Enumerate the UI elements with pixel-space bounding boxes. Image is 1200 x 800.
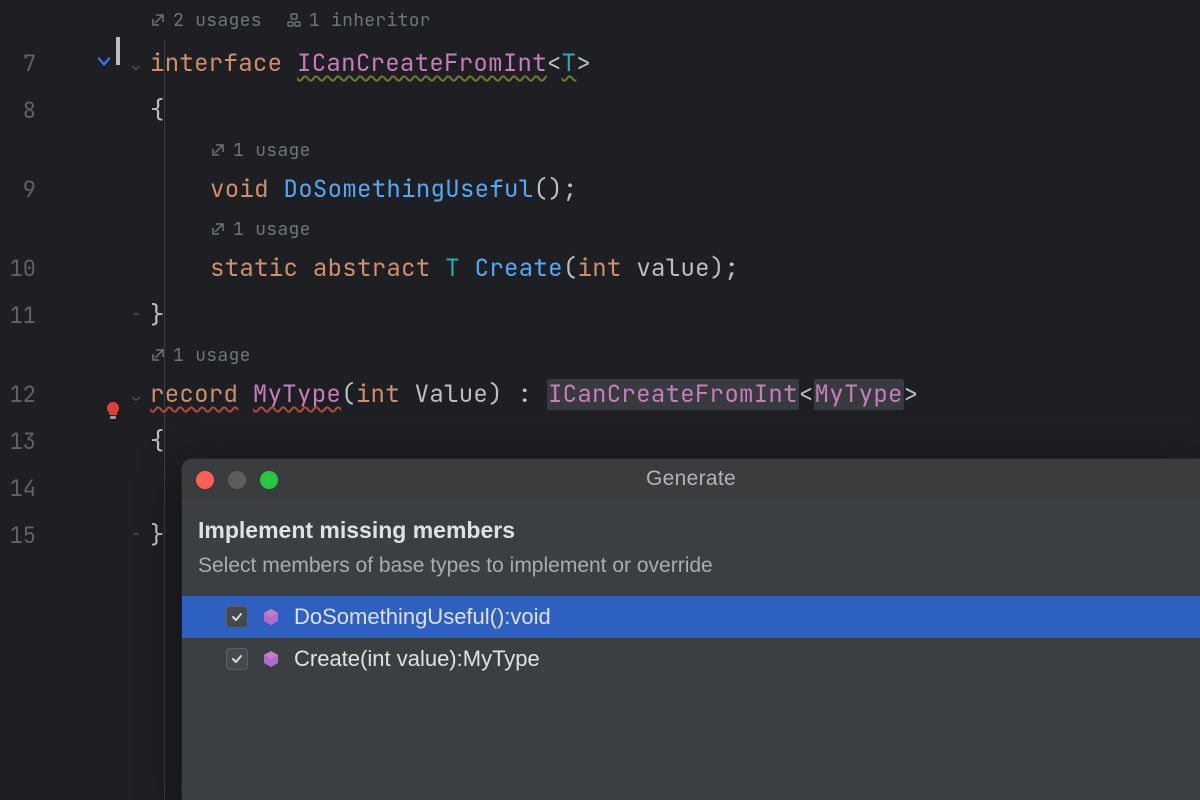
close-icon[interactable] [196, 471, 214, 489]
code-line-8[interactable]: 8 { [0, 87, 1200, 134]
parameter-name: Value [415, 379, 489, 410]
inheritors-icon [286, 12, 302, 28]
code-line-9[interactable]: 9 void DoSomethingUseful(); [0, 166, 1200, 213]
type-ref: ICanCreateFromInt [547, 379, 799, 410]
code-lens[interactable]: 1 usage [150, 344, 251, 367]
method-icon [260, 606, 282, 628]
usages-count: 1 usage [173, 344, 251, 367]
punct: ( [563, 253, 578, 284]
checkbox[interactable] [226, 606, 248, 628]
member-label: DoSomethingUseful():void [294, 604, 551, 630]
type-param: T [562, 48, 577, 79]
code-lens[interactable]: 1 usage [150, 218, 311, 241]
usages-icon [150, 12, 166, 28]
fold-handle-icon[interactable]: ⌄ [132, 388, 140, 405]
fold-handle-icon[interactable]: ⌃ [132, 527, 140, 544]
code-line-12[interactable]: 12 ⌄ record MyType(int Value) : ICanCrea… [0, 371, 1200, 418]
line-number: 12 [0, 380, 42, 409]
line-number: 9 [0, 175, 42, 204]
code-line-10[interactable]: 10 static abstract T Create(int value); [0, 245, 1200, 292]
generate-popup: Generate Implement missing members Selec… [182, 459, 1200, 800]
punct: > [904, 379, 919, 410]
checkbox[interactable] [226, 648, 248, 670]
keyword-abstract: abstract [313, 253, 431, 284]
member-row[interactable]: Create(int value):MyType [182, 638, 1200, 680]
keyword-static: static [210, 253, 298, 284]
parameter-name: value [636, 253, 710, 284]
popup-title: Generate [182, 467, 1200, 491]
line-number: 7 [0, 49, 42, 78]
usages-count: 1 usage [233, 139, 311, 162]
code-lens[interactable]: 1 usage [150, 139, 311, 162]
code-line-7[interactable]: 7 ⌄ interface ICanCreateFromInt<T> [0, 40, 1200, 87]
keyword-int: int [356, 379, 400, 410]
line-number: 15 [0, 521, 42, 550]
line-number: 10 [0, 254, 42, 283]
line-number: 11 [0, 301, 42, 330]
window-controls[interactable] [196, 471, 278, 489]
keyword-int: int [578, 253, 622, 284]
brace-open: { [150, 95, 165, 126]
line-number: 13 [0, 427, 42, 456]
method-name: Create [475, 253, 563, 284]
keyword-void: void [210, 174, 269, 205]
brace-close: } [150, 300, 165, 331]
member-row[interactable]: DoSomethingUseful():void [182, 596, 1200, 638]
punct: ) [488, 379, 503, 410]
type-ref: MyType [814, 379, 904, 410]
brace-open: { [150, 426, 165, 457]
punct: ); [710, 253, 739, 284]
method-name: DoSomethingUseful [284, 174, 534, 205]
punct: (); [533, 174, 577, 205]
code-lens[interactable]: 2 usages 1 inheritor [150, 9, 431, 32]
member-label: Create(int value):MyType [294, 646, 540, 672]
caret-icon [116, 37, 120, 65]
punct: : [503, 379, 547, 410]
type-name: ICanCreateFromInt [297, 48, 547, 79]
popup-subheading: Select members of base types to implemen… [198, 554, 1184, 578]
fold-handle-icon[interactable]: ⌄ [132, 57, 140, 74]
chevron-down-icon[interactable] [96, 53, 112, 74]
maximize-icon[interactable] [260, 471, 278, 489]
fold-handle-icon[interactable]: ⌃ [132, 307, 140, 324]
inheritors-count: 1 inheritor [309, 9, 431, 32]
members-list: DoSomethingUseful():void Create(int value… [182, 596, 1200, 680]
code-line-11[interactable]: 11 ⌃ } [0, 292, 1200, 339]
punct: ( [341, 379, 356, 410]
usages-icon [210, 142, 226, 158]
type-name: MyType [253, 379, 341, 410]
punct: < [799, 379, 814, 410]
usages-count: 2 usages [173, 9, 262, 32]
intention-bulb-icon[interactable] [102, 400, 124, 422]
keyword-record: record [150, 379, 238, 410]
usages-count: 1 usage [233, 218, 311, 241]
usages-icon [210, 221, 226, 237]
code-editor[interactable]: 2 usages 1 inheritor 7 ⌄ interface ICanC… [0, 0, 1200, 800]
brace-close: } [150, 520, 165, 551]
method-icon [260, 648, 282, 670]
popup-heading: Implement missing members [198, 517, 1184, 544]
minimize-icon[interactable] [228, 471, 246, 489]
type-param: T [445, 253, 460, 284]
line-number: 8 [0, 96, 42, 125]
keyword-interface: interface [150, 48, 282, 79]
code-line-13[interactable]: 13 { [0, 418, 1200, 465]
popup-titlebar[interactable]: Generate [182, 459, 1200, 499]
line-number: 14 [0, 474, 42, 503]
